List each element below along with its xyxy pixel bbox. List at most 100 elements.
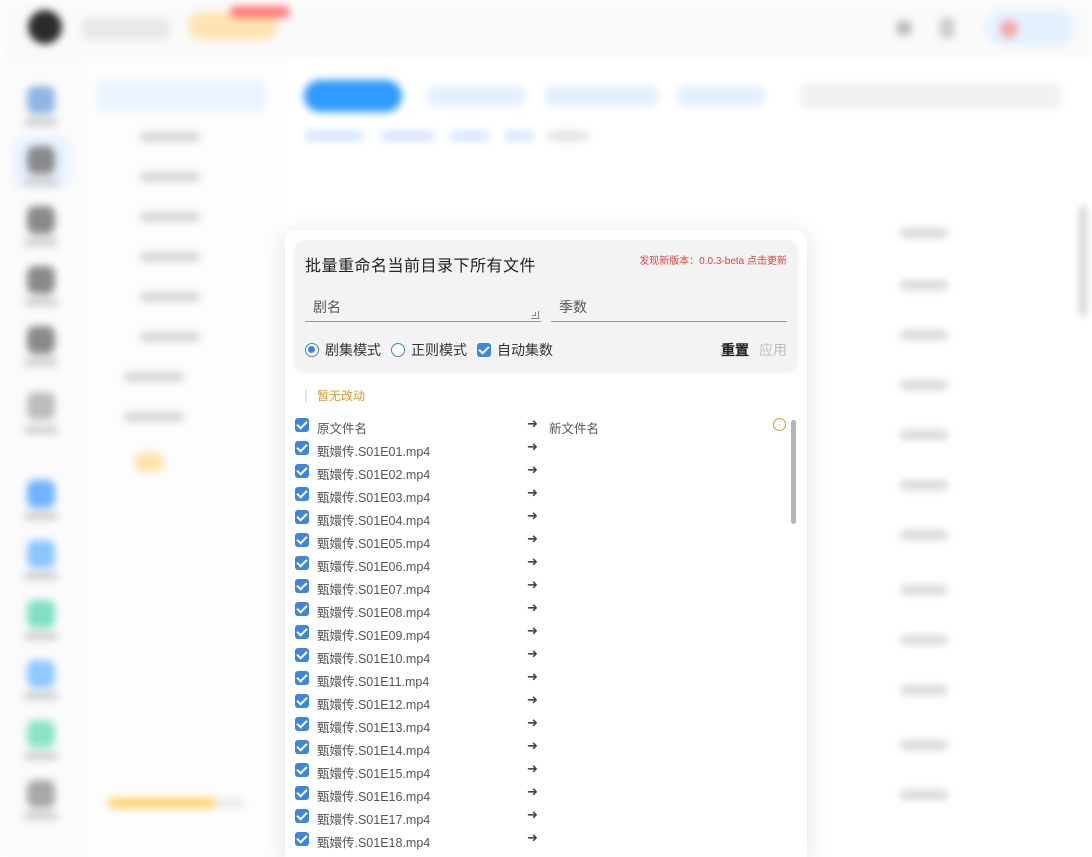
auto-episode-checkbox[interactable]: 自动集数 [477,340,553,360]
regex-mode-label: 正则模式 [411,342,467,358]
original-file-name: 甄嬛传.S01E03.mp4 [317,491,431,505]
original-file-name: 甄嬛传.S01E16.mp4 [317,790,431,804]
original-file-name: 甄嬛传.S01E15.mp4 [317,767,431,781]
nav-item [140,132,200,142]
file-row-checkbox[interactable] [295,786,309,800]
arrow-right-icon: ➜ [527,439,538,454]
file-row-checkbox[interactable] [295,717,309,731]
file-size-cell [900,480,948,490]
nav-active-item [96,80,266,112]
status-divider [305,389,307,402]
breadcrumb [304,130,364,142]
radio-selected-icon[interactable] [305,343,319,357]
file-row-checkbox[interactable] [295,464,309,478]
file-row-checkbox[interactable] [295,510,309,524]
file-row[interactable]: 甄嬛传.S01E02.mp4 ➜ [285,459,807,482]
select-all-checkbox[interactable] [295,418,309,432]
toolbar-chip [544,86,660,106]
arrow-right-icon: ➜ [527,462,538,477]
file-row-checkbox[interactable] [295,809,309,823]
file-row[interactable]: 甄嬛传.S01E18.mp4 ➜ [285,827,807,850]
checkbox-checked-icon[interactable] [477,343,491,357]
arrow-right-icon: ➜ [527,692,538,707]
arrow-right-icon: ➜ [527,577,538,592]
file-row-checkbox[interactable] [295,579,309,593]
promo-badge-flag [230,6,290,18]
reset-button[interactable]: 重置 [721,340,749,360]
breadcrumb [548,130,588,142]
nav-item [140,332,200,342]
share-icon [27,146,55,174]
file-row-checkbox[interactable] [295,487,309,501]
file-row[interactable]: 甄嬛传.S01E11.mp4 ➜ [285,666,807,689]
original-file-name: 甄嬛传.S01E10.mp4 [317,652,431,666]
file-row-checkbox[interactable] [295,625,309,639]
nav-item [124,372,184,382]
radio-unselected-icon[interactable] [391,343,405,357]
original-file-name: 甄嬛传.S01E08.mp4 [317,606,431,620]
show-name-field[interactable]: 剧名 [305,292,541,322]
file-row[interactable]: 甄嬛传.S01E10.mp4 ➜ [285,643,807,666]
arrow-right-icon: ➜ [527,807,538,822]
file-row[interactable]: 甄嬛传.S01E16.mp4 ➜ [285,781,807,804]
original-file-name: 甄嬛传.S01E01.mp4 [317,445,431,459]
arrow-right-icon: ➜ [527,669,538,684]
file-row[interactable]: 甄嬛传.S01E04.mp4 ➜ [285,505,807,528]
file-row[interactable]: 甄嬛传.S01E15.mp4 ➜ [285,758,807,781]
file-row[interactable]: 甄嬛传.S01E08.mp4 ➜ [285,597,807,620]
info-icon[interactable]: · [773,418,786,431]
original-file-name: 甄嬛传.S01E17.mp4 [317,813,431,827]
app-icon-blue [27,660,55,688]
arrow-right-icon: ➜ [527,830,538,845]
file-row[interactable]: 甄嬛传.S01E03.mp4 ➜ [285,482,807,505]
modal-title: 批量重命名当前目录下所有文件 [305,258,537,275]
file-size-cell [900,380,948,390]
file-row-checkbox[interactable] [295,556,309,570]
original-file-name: 甄嬛传.S01E05.mp4 [317,537,431,551]
arrow-right-icon: ➜ [527,508,538,523]
apply-button[interactable]: 应用 [759,340,787,360]
file-row-checkbox[interactable] [295,763,309,777]
file-row-checkbox[interactable] [295,832,309,846]
file-row-checkbox[interactable] [295,602,309,616]
file-size-cell [900,790,948,800]
rename-settings-panel: 批量重命名当前目录下所有文件 发现新版本：0.0.3-beta 点击更新 剧名 … [295,240,797,370]
original-file-name: 甄嬛传.S01E06.mp4 [317,560,431,574]
header-new-name: 新文件名 [549,422,600,436]
resize-grip-icon[interactable] [531,311,539,319]
file-row[interactable]: 甄嬛传.S01E17.mp4 ➜ [285,804,807,827]
file-row[interactable]: 甄嬛传.S01E14.mp4 ➜ [285,735,807,758]
list-scrollbar[interactable] [791,420,796,524]
file-row-checkbox[interactable] [295,694,309,708]
file-row[interactable]: 甄嬛传.S01E01.mp4 ➜ [285,436,807,459]
file-row[interactable]: 甄嬛传.S01E05.mp4 ➜ [285,528,807,551]
app-icon-teal [27,720,55,748]
recycle-icon [27,392,55,420]
episode-mode-radio[interactable]: 剧集模式 [305,340,381,360]
arrow-right-icon: ➜ [527,531,538,546]
original-file-name: 甄嬛传.S01E02.mp4 [317,468,431,482]
file-row-checkbox[interactable] [295,648,309,662]
file-row[interactable]: 甄嬛传.S01E13.mp4 ➜ [285,712,807,735]
file-size-cell [900,330,948,340]
mode-options: 剧集模式 正则模式 自动集数 [305,340,563,360]
file-row[interactable]: 甄嬛传.S01E12.mp4 ➜ [285,689,807,712]
file-row-checkbox[interactable] [295,671,309,685]
file-row[interactable]: 甄嬛传.S01E07.mp4 ➜ [285,574,807,597]
left-app-bar [0,56,84,857]
season-field[interactable]: 季数 [551,292,787,322]
regex-mode-radio[interactable]: 正则模式 [391,340,467,360]
left-app-bar-label [24,358,58,366]
file-row-checkbox[interactable] [295,740,309,754]
change-status: 暂无改动 [305,387,365,404]
original-file-name: 甄嬛传.S01E11.mp4 [317,675,430,689]
list-header-row: 原文件名 ➜ 新文件名 · [285,413,807,436]
file-row-checkbox[interactable] [295,441,309,455]
arrow-right-icon: ➜ [527,485,538,500]
file-row-checkbox[interactable] [295,533,309,547]
version-update-link[interactable]: 发现新版本：0.0.3-beta 点击更新 [639,252,787,267]
file-size-cell [900,280,948,290]
file-row[interactable]: 甄嬛传.S01E09.mp4 ➜ [285,620,807,643]
original-file-name: 甄嬛传.S01E04.mp4 [317,514,431,528]
file-row[interactable]: 甄嬛传.S01E06.mp4 ➜ [285,551,807,574]
